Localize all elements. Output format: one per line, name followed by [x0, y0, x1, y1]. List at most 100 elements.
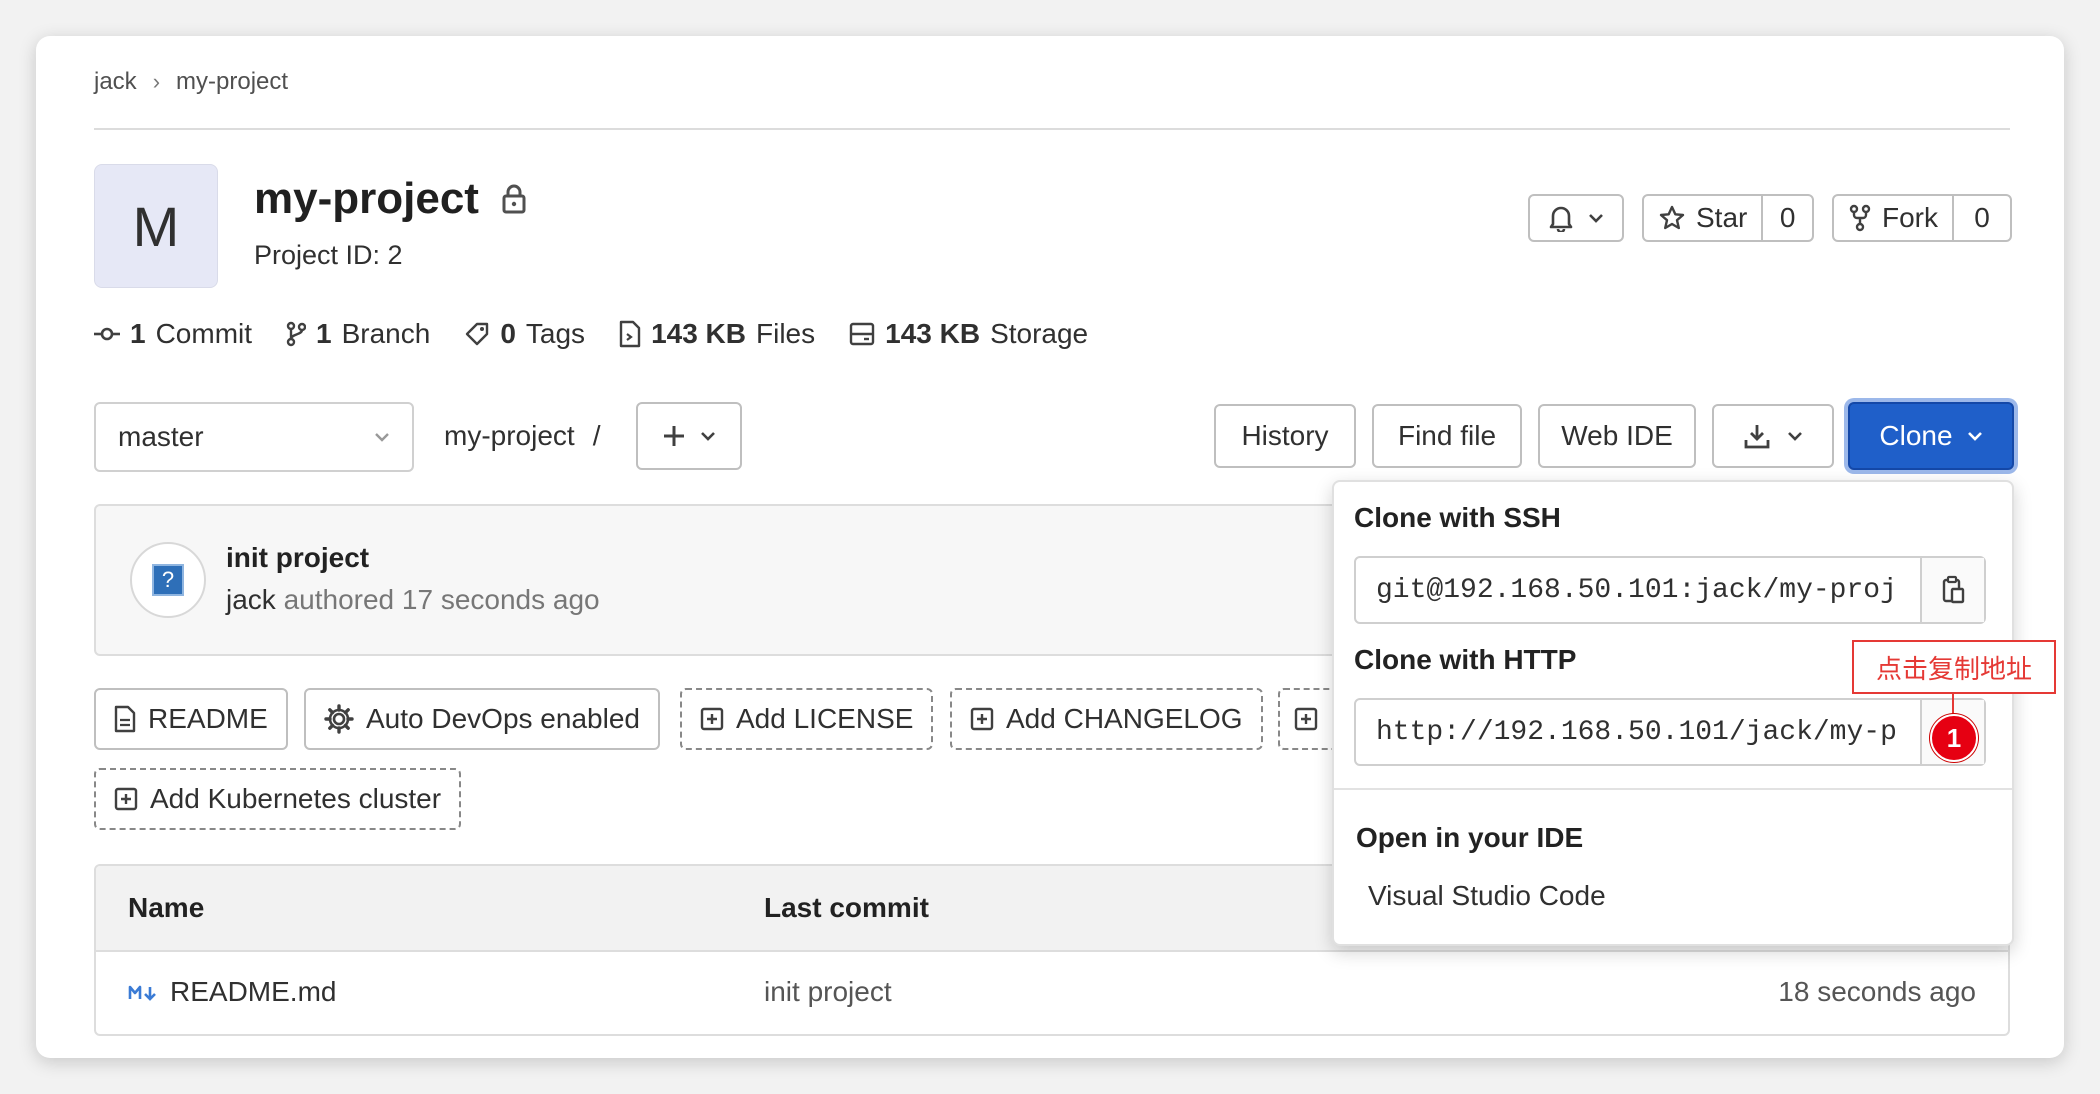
file-last-commit[interactable]: init project — [764, 976, 892, 1008]
placeholder-image-icon: ? — [152, 564, 184, 596]
find-file-button[interactable]: Find file — [1372, 404, 1522, 468]
clone-ssh-field — [1354, 556, 1986, 624]
copy-ssh-button[interactable] — [1920, 558, 1984, 622]
commit-message[interactable]: init project — [226, 542, 369, 574]
breadcrumb-separator: › — [152, 69, 161, 94]
repo-path-separator: / — [592, 420, 601, 451]
plus-square-icon — [700, 707, 724, 731]
star-count[interactable]: 0 — [1763, 196, 1812, 240]
project-id: Project ID: 2 — [254, 240, 403, 270]
commits-stat[interactable]: 1 Commit — [94, 318, 252, 350]
file-text-icon — [114, 705, 136, 733]
project-title: my-project — [254, 174, 527, 224]
tags-stat[interactable]: 0 Tags — [464, 318, 585, 350]
chevron-down-icon — [374, 432, 390, 442]
branch-selector[interactable]: master — [94, 402, 414, 472]
fork-button[interactable]: Fork — [1834, 196, 1954, 240]
plus-square-icon — [114, 787, 138, 811]
open-in-vscode-item[interactable]: Visual Studio Code — [1368, 880, 1606, 912]
add-license-button[interactable]: Add LICENSE — [680, 688, 934, 750]
readme-label: README — [148, 703, 268, 734]
fork-icon — [1848, 204, 1872, 232]
clone-dropdown: Clone with SSH Clone with HTTP Open in y… — [1332, 480, 2014, 946]
history-button[interactable]: History — [1214, 404, 1356, 468]
commits-label: Commit — [155, 318, 253, 349]
clone-button[interactable]: Clone — [1848, 402, 2014, 470]
add-kubernetes-label: Add Kubernetes cluster — [150, 783, 442, 814]
author-avatar[interactable]: ? — [130, 542, 206, 618]
dropdown-divider — [1334, 788, 2012, 790]
clone-http-title: Clone with HTTP — [1354, 644, 1577, 675]
branch-icon — [286, 321, 307, 347]
column-header-name: Name — [128, 892, 205, 923]
commits-count: 1 — [130, 318, 146, 349]
gear-icon — [324, 704, 354, 734]
storage-size: 143 KB — [885, 318, 981, 349]
files-label: Files — [756, 318, 816, 349]
star-button[interactable]: Star — [1644, 196, 1764, 240]
clone-ssh-title: Clone with SSH — [1354, 502, 1561, 533]
storage-label: Storage — [990, 318, 1089, 349]
download-dropdown[interactable] — [1712, 404, 1834, 468]
repo-path-root[interactable]: my-project — [444, 420, 575, 452]
clone-label: Clone — [1879, 420, 1953, 451]
storage-stat[interactable]: 143 KB Storage — [849, 318, 1088, 350]
project-name: my-project — [254, 174, 479, 223]
project-page: jack › my-project M my-project Project I… — [36, 36, 2064, 1058]
storage-icon — [849, 321, 875, 347]
breadcrumb-owner[interactable]: jack — [94, 68, 137, 96]
files-size: 143 KB — [651, 318, 746, 349]
add-license-label: Add LICENSE — [736, 703, 914, 734]
add-changelog-button[interactable]: Add CHANGELOG — [950, 688, 1263, 750]
notification-dropdown[interactable] — [1528, 194, 1624, 242]
add-kubernetes-button[interactable]: Add Kubernetes cluster — [94, 768, 462, 830]
markdown-icon — [128, 984, 158, 1002]
chevron-down-icon — [1787, 431, 1803, 441]
lock-icon — [501, 183, 527, 215]
annotation-badge: 1 — [1930, 714, 1978, 762]
fork-count[interactable]: 0 — [1954, 196, 2010, 240]
branches-label: Branch — [341, 318, 431, 349]
file-name[interactable]: README.md — [170, 976, 336, 1008]
star-icon — [1658, 204, 1686, 232]
project-stats: 1 Commit 1 Branch 0 Tags 143 KB Files 14… — [94, 318, 1088, 350]
bell-icon — [1548, 204, 1574, 232]
breadcrumb: jack › my-project — [94, 64, 288, 100]
column-header-last-commit: Last commit — [764, 892, 929, 923]
fork-label: Fork — [1882, 202, 1938, 233]
breadcrumb-project[interactable]: my-project — [176, 68, 288, 96]
project-avatar: M — [94, 164, 218, 288]
http-url-input[interactable] — [1356, 700, 1920, 764]
download-icon — [1743, 422, 1771, 450]
header-divider — [94, 128, 2010, 130]
add-to-tree-dropdown[interactable] — [636, 402, 742, 470]
auto-devops-button[interactable]: Auto DevOps enabled — [304, 688, 660, 750]
annotation-callout: 点击复制地址 — [1852, 640, 2056, 694]
add-contributing-button[interactable] — [1278, 688, 1338, 750]
plus-square-icon — [1294, 707, 1318, 731]
chevron-down-icon — [1588, 213, 1604, 223]
branches-stat[interactable]: 1 Branch — [286, 318, 430, 350]
web-ide-button[interactable]: Web IDE — [1538, 404, 1696, 468]
file-icon — [619, 320, 641, 348]
commit-author-line: jack authored 17 seconds ago — [226, 584, 600, 616]
auto-devops-label: Auto DevOps enabled — [366, 703, 640, 734]
repo-path: my-project / — [444, 420, 600, 452]
readme-button[interactable]: README — [94, 688, 288, 750]
files-stat[interactable]: 143 KB Files — [619, 318, 815, 350]
fork-button-group: Fork 0 — [1832, 194, 2012, 242]
file-last-update: 18 seconds ago — [1778, 976, 1976, 1007]
commit-meta: authored 17 seconds ago — [283, 584, 600, 615]
commit-author[interactable]: jack — [226, 584, 276, 615]
star-button-group: Star 0 — [1642, 194, 1814, 242]
branches-count: 1 — [316, 318, 332, 349]
branch-selector-value: master — [118, 421, 204, 452]
ssh-url-input[interactable] — [1356, 558, 1920, 622]
chevron-down-icon — [700, 431, 716, 441]
tags-label: Tags — [525, 318, 586, 349]
tags-count: 0 — [500, 318, 516, 349]
open-in-ide-title: Open in your IDE — [1356, 822, 1584, 853]
commit-icon — [94, 326, 120, 342]
chevron-down-icon — [1967, 431, 1983, 441]
clipboard-icon — [1941, 575, 1965, 605]
